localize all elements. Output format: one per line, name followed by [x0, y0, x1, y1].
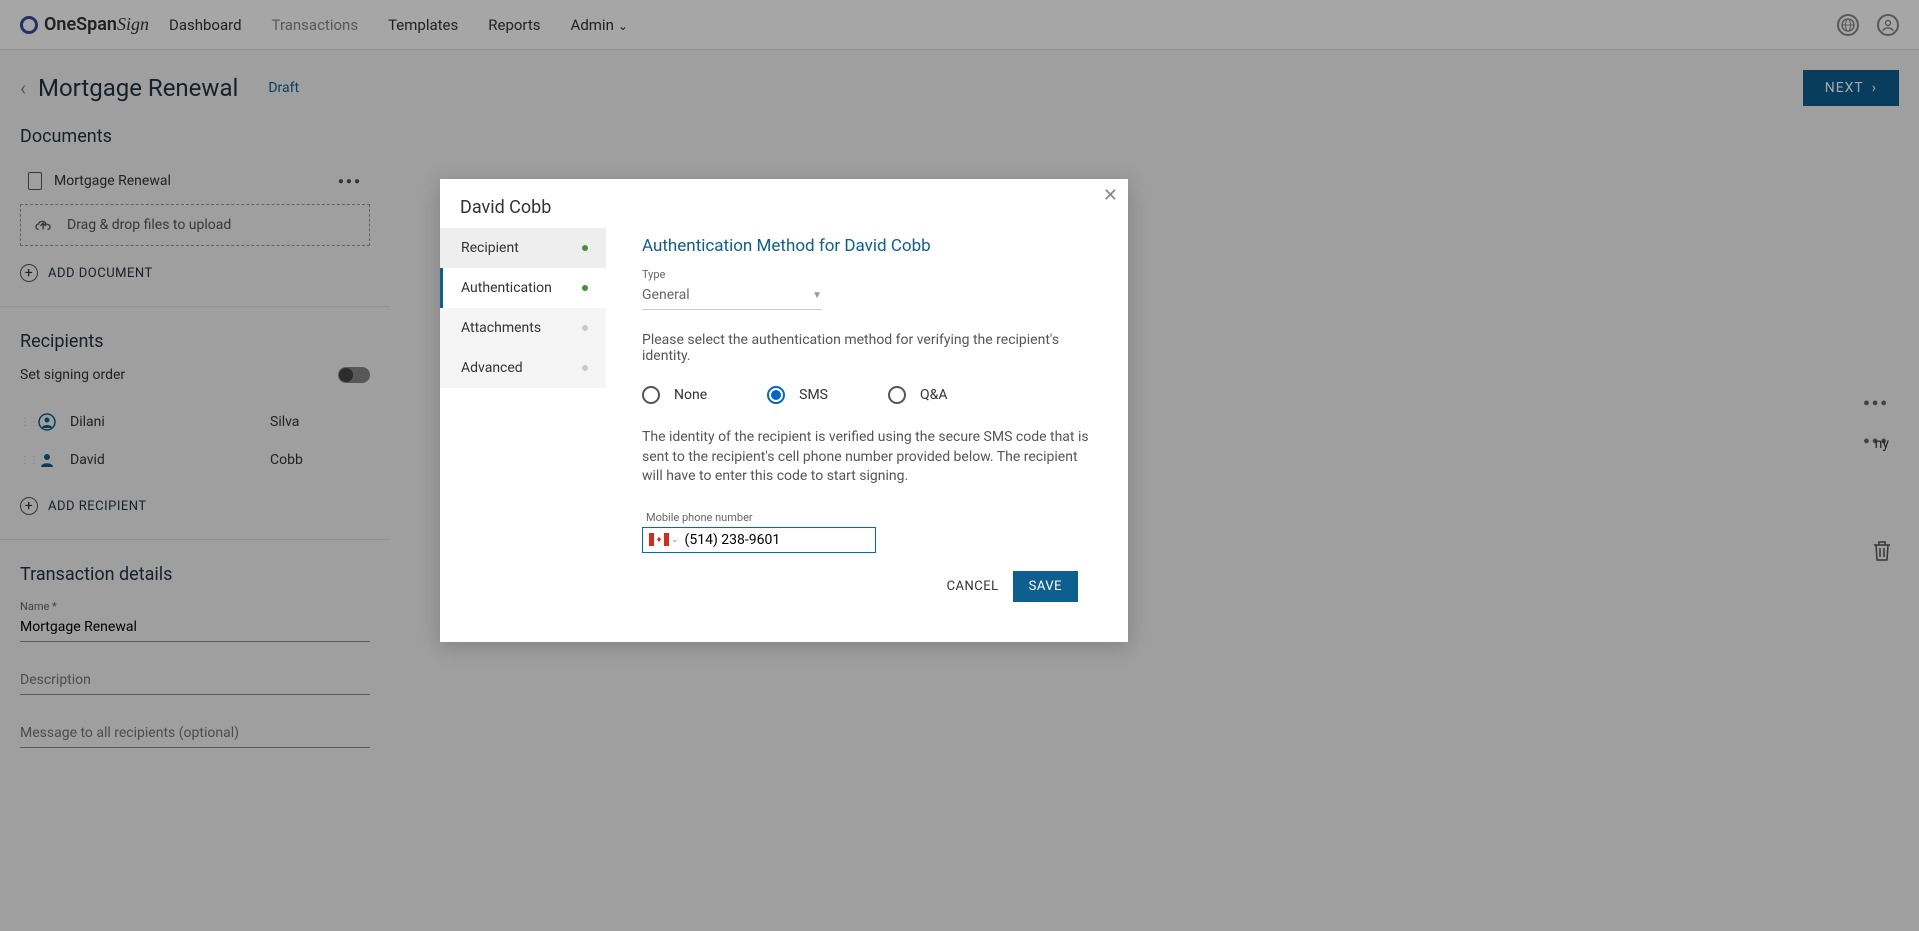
modal-title: David Cobb: [460, 197, 551, 218]
phone-input-wrapper: ♦ ⌄: [642, 527, 876, 553]
authentication-modal: ✕ David Cobb Recipient Authentication At…: [440, 179, 1128, 642]
caret-down-icon[interactable]: ⌄: [671, 535, 679, 545]
status-dot-icon: [582, 285, 588, 291]
auth-section-title: Authentication Method for David Cobb: [642, 236, 1098, 256]
auth-option-sms[interactable]: SMS: [767, 386, 828, 404]
type-select[interactable]: General ▼: [642, 283, 822, 310]
tab-recipient[interactable]: Recipient: [440, 228, 606, 268]
phone-input[interactable]: [685, 532, 869, 548]
cancel-button[interactable]: CANCEL: [947, 571, 999, 602]
country-flag-icon[interactable]: ♦: [649, 533, 669, 546]
save-button[interactable]: SAVE: [1013, 571, 1078, 602]
radio-icon: [642, 386, 660, 404]
status-dot-icon: [582, 365, 588, 371]
modal-sidebar: Recipient Authentication Attachments Adv…: [440, 228, 606, 642]
auth-option-qa[interactable]: Q&A: [888, 386, 947, 404]
auth-option-none[interactable]: None: [642, 386, 707, 404]
tab-advanced[interactable]: Advanced: [440, 348, 606, 388]
tab-attachments[interactable]: Attachments: [440, 308, 606, 348]
tab-authentication[interactable]: Authentication: [440, 268, 606, 308]
status-dot-icon: [582, 325, 588, 331]
status-dot-icon: [582, 245, 588, 251]
auth-instruction: Please select the authentication method …: [642, 332, 1098, 364]
sms-description: The identity of the recipient is verifie…: [642, 428, 1098, 487]
radio-icon: [767, 386, 785, 404]
close-icon[interactable]: ✕: [1103, 185, 1118, 206]
radio-icon: [888, 386, 906, 404]
caret-down-icon: ▼: [812, 290, 822, 301]
phone-label: Mobile phone number: [646, 511, 1098, 524]
type-label: Type: [642, 268, 1098, 281]
